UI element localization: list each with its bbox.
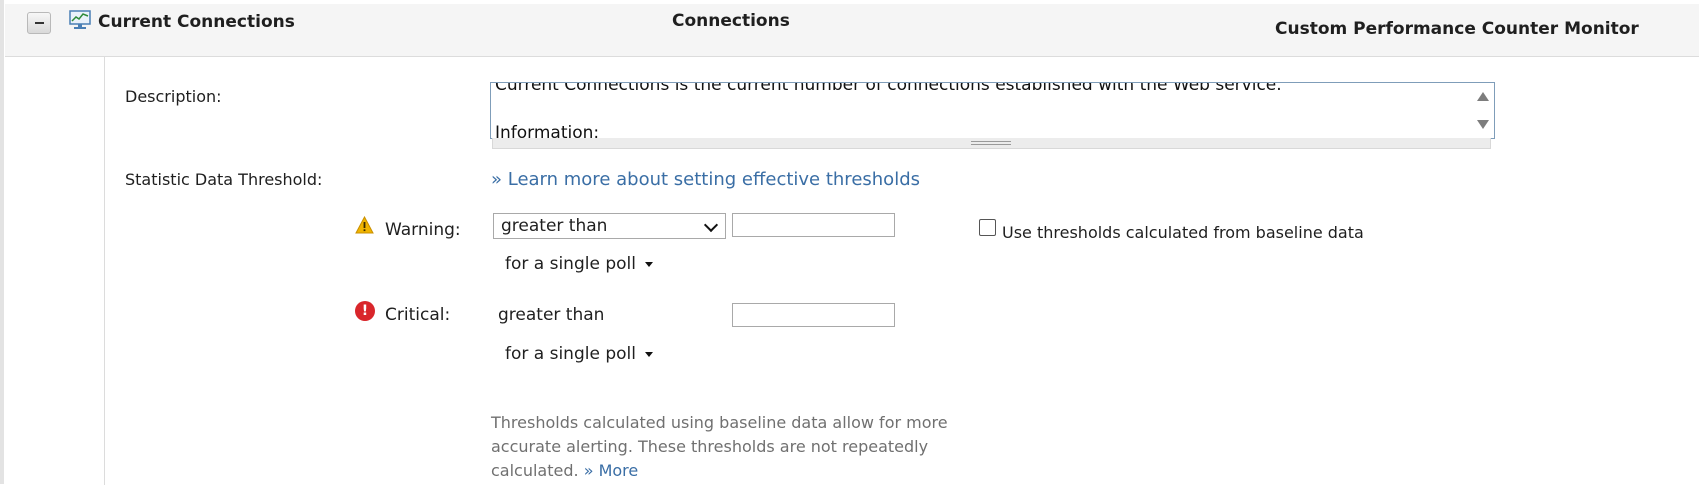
textarea-resize-handle[interactable] [492,138,1491,149]
warning-label: Warning: [385,220,461,240]
baseline-more-link[interactable]: » More [584,461,639,480]
critical-poll-label: for a single poll [505,344,636,364]
description-text: Current Connections is the current numbe… [495,82,1282,139]
scroll-down-arrow-icon[interactable] [1477,120,1489,129]
warning-operator-value: greater than [501,216,608,236]
baseline-thresholds-checkbox[interactable] [979,219,996,236]
left-border [0,0,4,484]
chart-monitor-icon [69,10,91,29]
critical-poll-dropdown[interactable]: for a single poll [505,344,653,364]
baseline-help-body: Thresholds calculated using baseline dat… [491,413,948,480]
critical-operator: greater than [498,305,605,325]
warning-poll-dropdown[interactable]: for a single poll [505,254,653,274]
monitor-title: Current Connections [98,12,295,32]
critical-error-icon: ! [355,301,375,321]
critical-value-input[interactable] [732,303,895,327]
baseline-help-text: Thresholds calculated using baseline dat… [491,411,961,483]
warning-triangle-icon [355,216,374,234]
caret-down-icon [644,261,653,267]
description-textarea[interactable]: Current Connections is the current numbe… [490,82,1495,139]
caret-down-icon [644,351,653,357]
monitor-type-label: Custom Performance Counter Monitor [1275,19,1639,39]
scroll-up-arrow-icon[interactable] [1477,92,1489,101]
warning-operator-select[interactable]: greater than [493,213,726,239]
grip-line-icon [971,141,1011,142]
connections-label: Connections [672,11,790,31]
description-label: Description: [125,87,222,106]
warning-poll-label: for a single poll [505,254,636,274]
grip-line-icon [971,144,1011,145]
minus-icon [34,22,44,24]
collapse-button[interactable] [27,12,51,34]
warning-value-input[interactable] [732,213,895,237]
learn-more-thresholds-link[interactable]: » Learn more about setting effective thr… [491,169,920,190]
threshold-label: Statistic Data Threshold: [125,170,323,189]
critical-label: Critical: [385,305,451,325]
chevron-down-icon [703,217,719,233]
baseline-thresholds-label[interactable]: Use thresholds calculated from baseline … [1002,223,1364,242]
